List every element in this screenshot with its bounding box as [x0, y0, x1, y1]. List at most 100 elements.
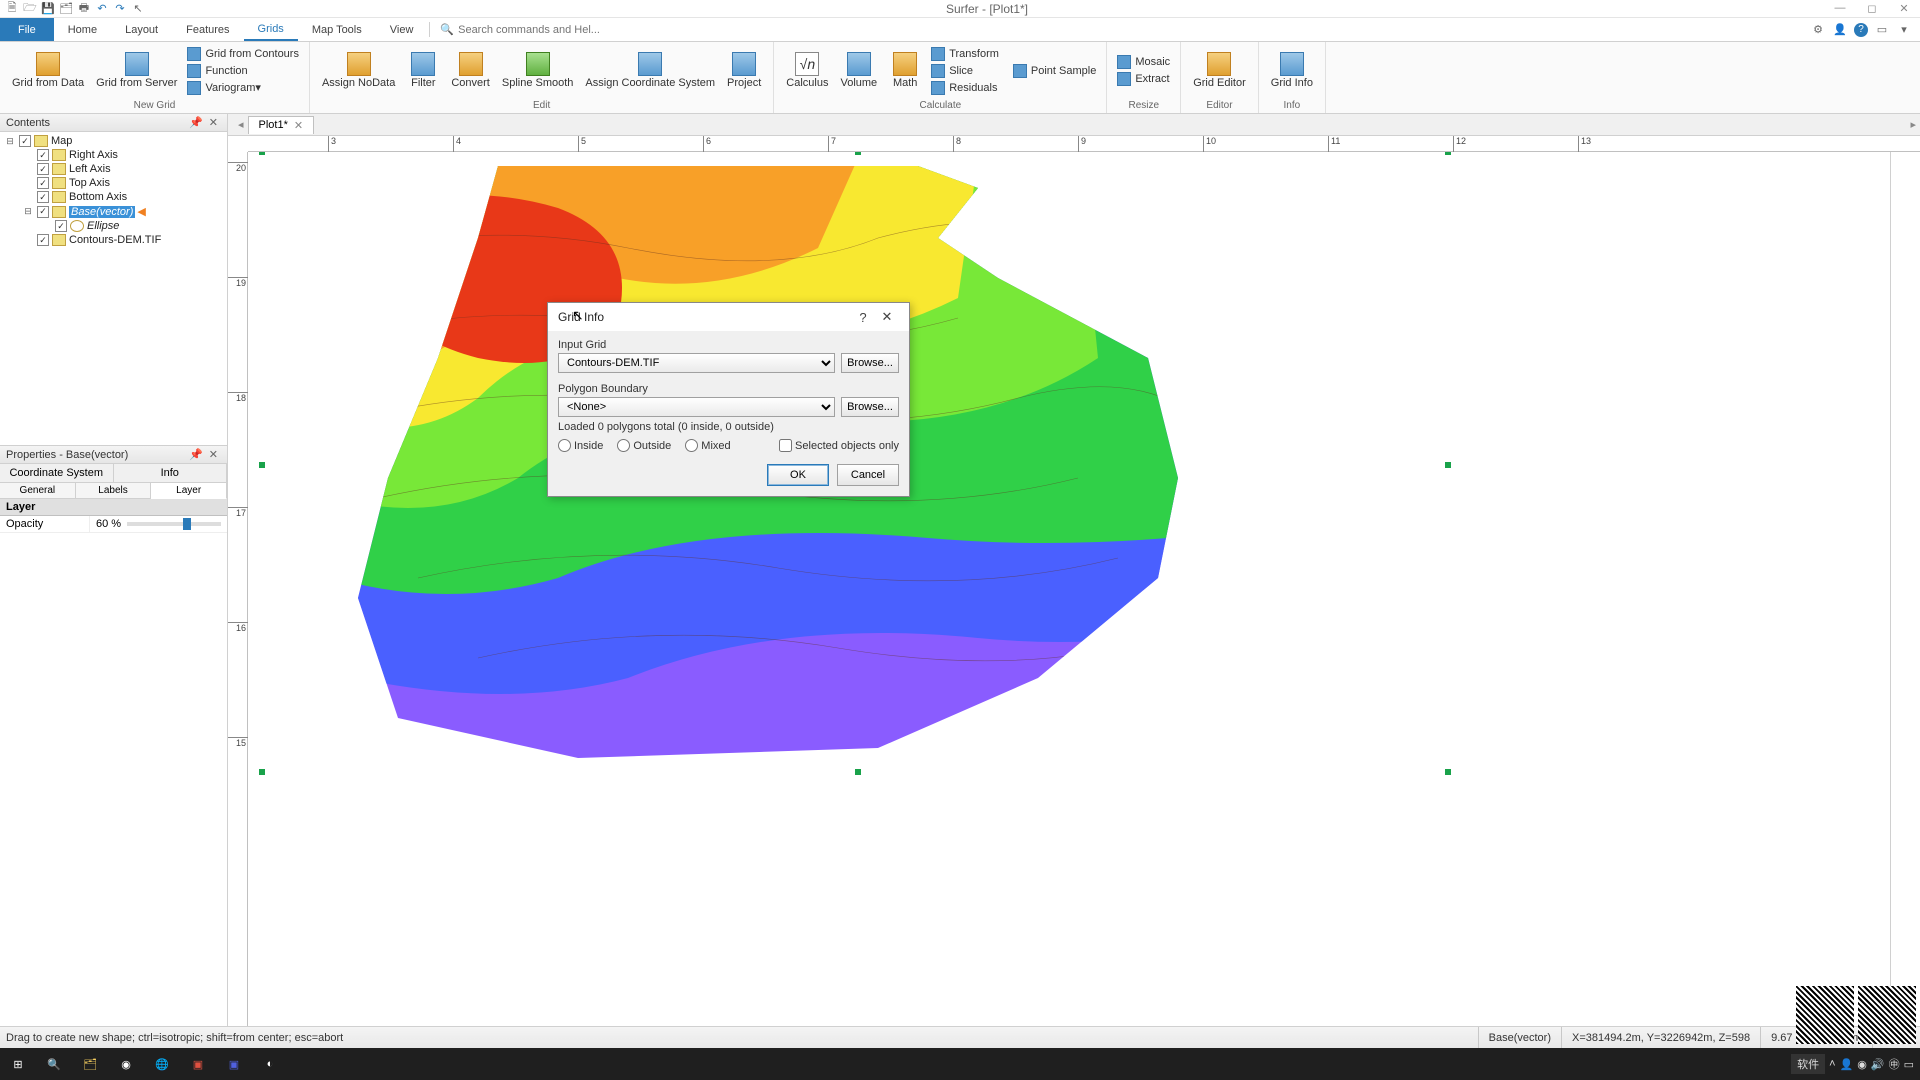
pin-icon[interactable]: 📌 — [186, 448, 206, 461]
ok-button[interactable]: OK — [767, 464, 829, 486]
residuals-button[interactable]: Residuals — [927, 80, 1003, 96]
qat-open-icon[interactable]: 🗁 — [22, 1, 38, 17]
variogram-button[interactable]: Variogram ▾ — [183, 80, 303, 96]
close-icon[interactable]: ✕ — [206, 448, 221, 461]
radio-outside[interactable]: Outside — [617, 439, 671, 452]
dialog-help-icon[interactable]: ? — [851, 310, 875, 325]
tray-network-icon[interactable]: ◉ — [1857, 1058, 1867, 1071]
document-tab[interactable]: Plot1*✕ — [248, 116, 315, 134]
ribbon-group-info: Grid Info Info — [1259, 42, 1326, 113]
tab-view[interactable]: View — [376, 18, 428, 41]
dialog-close-icon[interactable]: ✕ — [875, 309, 899, 325]
spline-smooth-button[interactable]: Spline Smooth — [496, 50, 580, 91]
search-input[interactable] — [458, 24, 618, 36]
help-icon[interactable]: ? — [1854, 23, 1868, 37]
tray-people-icon[interactable]: 👤 — [1840, 1058, 1854, 1071]
mosaic-button[interactable]: Mosaic — [1113, 54, 1174, 70]
grid-from-contours-button[interactable]: Grid from Contours — [183, 46, 303, 62]
math-button[interactable]: Math — [883, 50, 927, 91]
command-search[interactable]: 🔍 — [432, 18, 618, 41]
tab-nav-next-icon[interactable]: ▸ — [1906, 118, 1920, 131]
grid-info-button[interactable]: Grid Info — [1265, 50, 1319, 91]
pin-icon[interactable]: 📌 — [186, 116, 206, 129]
map-canvas[interactable] — [248, 152, 1920, 1044]
qat-save-icon[interactable]: 💾 — [40, 1, 56, 17]
qat-print-icon[interactable]: 🖶 — [76, 1, 92, 17]
ribbon-group-resize: Mosaic Extract Resize — [1107, 42, 1181, 113]
minimize-button[interactable]: — — [1828, 2, 1852, 15]
tray-ime-icon[interactable]: ㊥ — [1889, 1056, 1900, 1072]
grid-from-data-button[interactable]: Grid from Data — [6, 50, 90, 91]
cancel-button[interactable]: Cancel — [837, 464, 899, 486]
input-grid-select[interactable]: Contours-DEM.TIF — [558, 353, 835, 373]
transform-button[interactable]: Transform — [927, 46, 1003, 62]
close-icon[interactable]: ✕ — [206, 116, 221, 129]
filter-button[interactable]: Filter — [401, 50, 445, 91]
windows-taskbar: ⊞ 🔍 🗂 ◉ 🌐 ▣ ▣ ◐ 软件 ˄ 👤 ◉ 🔊 ㊥ ▭ — [0, 1048, 1920, 1080]
project-button[interactable]: Project — [721, 50, 767, 91]
user-icon[interactable]: 👤 — [1832, 22, 1848, 38]
close-button[interactable]: ✕ — [1892, 2, 1916, 15]
tab-grids[interactable]: Grids — [244, 18, 298, 41]
vertical-scroll-strip[interactable] — [1890, 152, 1920, 1044]
tray-battery-icon[interactable]: ▭ — [1904, 1058, 1914, 1071]
taskbar-app2-icon[interactable]: ▣ — [216, 1048, 252, 1080]
taskbar-surfer-icon[interactable]: ◐ — [252, 1048, 288, 1080]
maximize-button[interactable]: ◻ — [1860, 2, 1884, 15]
slice-button[interactable]: Slice — [927, 63, 1003, 79]
tray-chevron-icon[interactable]: ˄ — [1829, 1058, 1835, 1070]
tab-layout[interactable]: Layout — [111, 18, 172, 41]
tab-maptools[interactable]: Map Tools — [298, 18, 376, 41]
taskbar-chrome-icon[interactable]: ◉ — [108, 1048, 144, 1080]
convert-button[interactable]: Convert — [445, 50, 496, 91]
radio-inside[interactable]: Inside — [558, 439, 603, 452]
extract-button[interactable]: Extract — [1113, 71, 1174, 87]
function-button[interactable]: Function — [183, 63, 303, 79]
tray-label[interactable]: 软件 — [1791, 1054, 1825, 1074]
ribbon-group-calculate: √nCalculus Volume Math Transform Slice R… — [774, 42, 1107, 113]
grid-editor-button[interactable]: Grid Editor — [1187, 50, 1252, 91]
browse-polygon-button[interactable]: Browse... — [841, 397, 899, 417]
point-sample-button[interactable]: Point Sample — [1009, 63, 1100, 79]
subtab-labels[interactable]: Labels — [76, 483, 152, 498]
close-tab-icon[interactable]: ✕ — [294, 119, 303, 132]
dialog-title: Grid Info — [558, 310, 851, 324]
taskbar-explorer-icon[interactable]: 🗂 — [72, 1048, 108, 1080]
contents-tree[interactable]: ⊟Map Right Axis Left Axis Top Axis Botto… — [0, 132, 227, 445]
tab-home[interactable]: Home — [54, 18, 111, 41]
qat-new-icon[interactable]: 🗎 — [4, 1, 20, 17]
quick-access-toolbar: 🗎 🗁 💾 🗂 🖶 ↶ ↷ ↖ — [4, 1, 146, 17]
tab-nav-prev-icon[interactable]: ◂ — [234, 118, 248, 131]
subtab-layer[interactable]: Layer — [151, 483, 227, 499]
opacity-value[interactable]: 60 % — [90, 516, 227, 532]
tab-info[interactable]: Info — [114, 464, 228, 482]
taskbar-globe-icon[interactable]: 🌐 — [144, 1048, 180, 1080]
volume-button[interactable]: Volume — [834, 50, 883, 91]
status-message: Drag to create new shape; ctrl=isotropic… — [6, 1032, 1478, 1044]
qat-undo-icon[interactable]: ↶ — [94, 1, 110, 17]
tray-volume-icon[interactable]: 🔊 — [1871, 1058, 1885, 1071]
qat-redo-icon[interactable]: ↷ — [112, 1, 128, 17]
browse-input-button[interactable]: Browse... — [841, 353, 899, 373]
pin-ribbon-icon[interactable]: ▾ — [1896, 22, 1912, 38]
checkbox-selected-only[interactable]: Selected objects only — [779, 439, 899, 452]
settings-icon[interactable]: ⚙ — [1810, 22, 1826, 38]
tab-features[interactable]: Features — [172, 18, 243, 41]
opacity-slider[interactable] — [127, 522, 221, 526]
polygon-boundary-label: Polygon Boundary — [558, 383, 899, 395]
qat-saveall-icon[interactable]: 🗂 — [58, 1, 74, 17]
taskbar-app1-icon[interactable]: ▣ — [180, 1048, 216, 1080]
assign-cs-button[interactable]: Assign Coordinate System — [579, 50, 721, 91]
assign-nodata-button[interactable]: Assign NoData — [316, 50, 401, 91]
tab-coordinate-system[interactable]: Coordinate System — [0, 464, 114, 482]
subtab-general[interactable]: General — [0, 483, 76, 498]
qat-cursor-icon[interactable]: ↖ — [130, 1, 146, 17]
polygon-boundary-select[interactable]: <None> — [558, 397, 835, 417]
taskbar-search-icon[interactable]: 🔍 — [36, 1048, 72, 1080]
collapse-ribbon-icon[interactable]: ▭ — [1874, 22, 1890, 38]
grid-from-server-button[interactable]: Grid from Server — [90, 50, 183, 91]
calculus-button[interactable]: √nCalculus — [780, 50, 834, 91]
radio-mixed[interactable]: Mixed — [685, 439, 730, 452]
start-button[interactable]: ⊞ — [0, 1048, 36, 1080]
tab-file[interactable]: File — [0, 18, 54, 41]
